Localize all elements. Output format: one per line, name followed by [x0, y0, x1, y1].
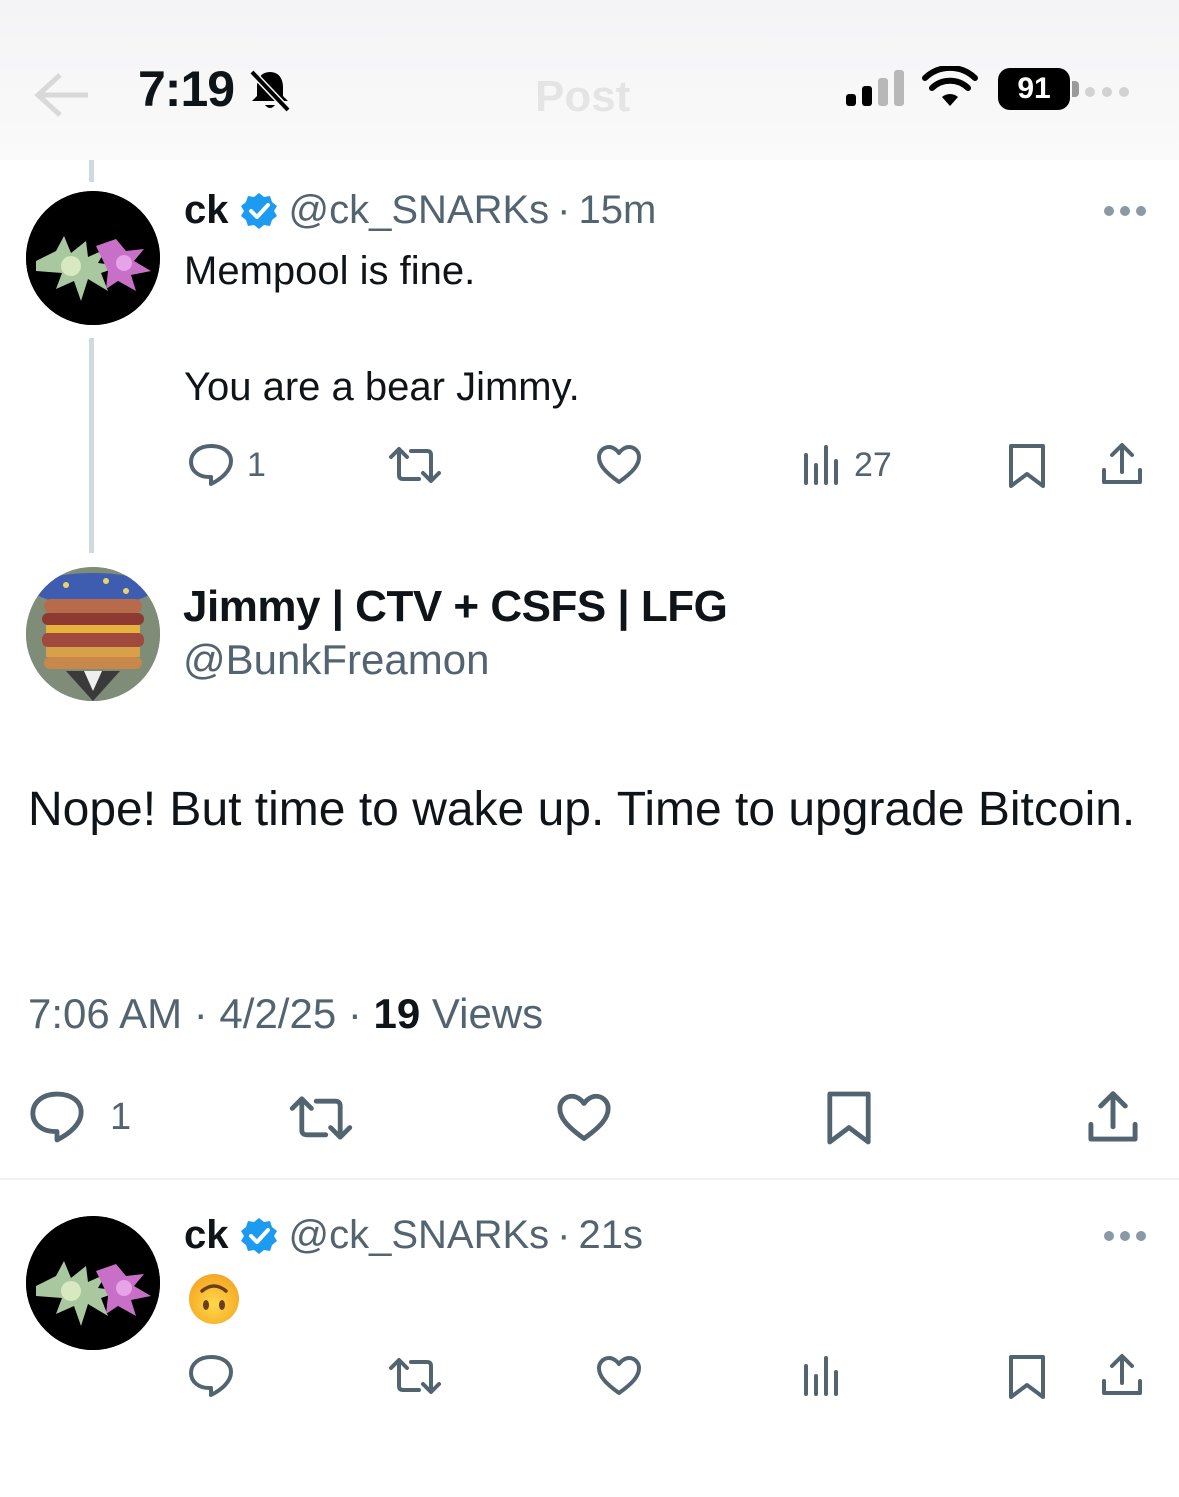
more-options-icon[interactable] [1103, 205, 1147, 217]
reply-count: 1 [247, 445, 266, 484]
views-icon [804, 1356, 838, 1396]
bookmark-icon [827, 1091, 871, 1145]
repost-button[interactable] [287, 1094, 355, 1142]
reply-icon [30, 1091, 84, 1143]
share-icon [1102, 443, 1142, 484]
display-name[interactable]: ck [184, 1213, 229, 1258]
bookmark-icon [1009, 1355, 1045, 1399]
views-button[interactable]: 27 [802, 445, 892, 485]
heart-icon [597, 1356, 641, 1395]
more-options-icon[interactable] [1103, 1230, 1147, 1242]
post-text: Nope! But time to wake up. Time to upgra… [28, 783, 1136, 836]
post-text: You are a bear Jimmy. [184, 365, 580, 409]
thread-connector [89, 338, 94, 553]
retweet-icon [389, 1358, 441, 1394]
views-icon [804, 445, 838, 485]
retweet-icon [289, 1096, 353, 1140]
reply-button[interactable] [187, 1354, 235, 1398]
repost-button[interactable] [387, 1356, 443, 1396]
post-metadata: 7:06 AM · 4/2/25 · 19 Views [28, 990, 543, 1038]
user-handle[interactable]: @BunkFreamon [183, 636, 489, 684]
thread-connector [89, 160, 94, 182]
post-header: ck @ck_SNARKs · 15m [184, 188, 656, 233]
bookmark-button[interactable] [1007, 1354, 1047, 1400]
clock: 7:19 [138, 61, 235, 117]
post-time[interactable]: 15m [579, 188, 657, 233]
reply-button[interactable]: 1 [187, 443, 266, 487]
like-button[interactable] [595, 1355, 643, 1397]
separator: · [557, 1213, 571, 1257]
page-title: Post [535, 72, 631, 121]
verified-badge-icon[interactable] [239, 191, 279, 231]
more-icon[interactable] [1082, 82, 1132, 102]
post-time[interactable]: 21s [579, 1213, 644, 1258]
avatar[interactable] [26, 191, 160, 325]
reply-count: 1 [110, 1095, 132, 1138]
verified-badge-icon[interactable] [239, 1216, 279, 1256]
separator: · [557, 188, 571, 232]
avatar[interactable] [26, 567, 160, 701]
reply-icon [189, 444, 233, 486]
upside-down-face-emoji-icon [189, 1274, 239, 1324]
reply-icon [189, 1355, 233, 1397]
post-timestamp[interactable]: 7:06 AM · 4/2/25 · [28, 990, 374, 1037]
view-count: 19 [373, 990, 421, 1037]
heart-icon [557, 1093, 611, 1141]
sandwich-avatar-image [26, 567, 160, 701]
display-name[interactable]: ck [184, 188, 229, 233]
wifi-icon [922, 66, 978, 106]
fractal-avatar-image [26, 191, 160, 325]
battery-level: 91 [998, 68, 1070, 110]
share-button[interactable] [1100, 1353, 1144, 1397]
user-handle[interactable]: @ck_SNARKs [289, 1213, 550, 1258]
cellular-signal-icon [846, 70, 904, 106]
display-name[interactable]: Jimmy | CTV + CSFS | LFG [183, 582, 728, 632]
view-count: 27 [854, 445, 892, 484]
fractal-avatar-image [26, 1216, 160, 1350]
heart-icon [597, 445, 641, 484]
divider [0, 1178, 1179, 1180]
share-button[interactable] [1086, 1090, 1140, 1144]
back-arrow-icon[interactable] [30, 70, 90, 120]
battery-nub [1072, 81, 1079, 97]
bookmark-button[interactable] [1007, 443, 1047, 489]
share-icon [1102, 1354, 1142, 1395]
bookmark-button[interactable] [825, 1090, 873, 1146]
repost-button[interactable] [387, 445, 443, 485]
share-icon [1088, 1091, 1138, 1142]
like-button[interactable] [595, 444, 643, 486]
bell-muted-icon [249, 69, 291, 113]
bookmark-icon [1009, 444, 1045, 488]
reply-button[interactable]: 1 [28, 1090, 131, 1144]
post-header: ck @ck_SNARKs · 21s [184, 1213, 643, 1258]
battery-indicator: 91 [998, 68, 1080, 110]
status-bar: Post 7:19 91 [0, 0, 1179, 160]
views-label: Views [420, 990, 544, 1037]
avatar[interactable] [26, 1216, 160, 1350]
views-button[interactable] [802, 1356, 842, 1396]
user-handle[interactable]: @ck_SNARKs [289, 188, 550, 233]
share-button[interactable] [1100, 442, 1144, 486]
post-text: Mempool is fine. [184, 249, 476, 293]
like-button[interactable] [555, 1092, 613, 1144]
retweet-icon [389, 447, 441, 483]
